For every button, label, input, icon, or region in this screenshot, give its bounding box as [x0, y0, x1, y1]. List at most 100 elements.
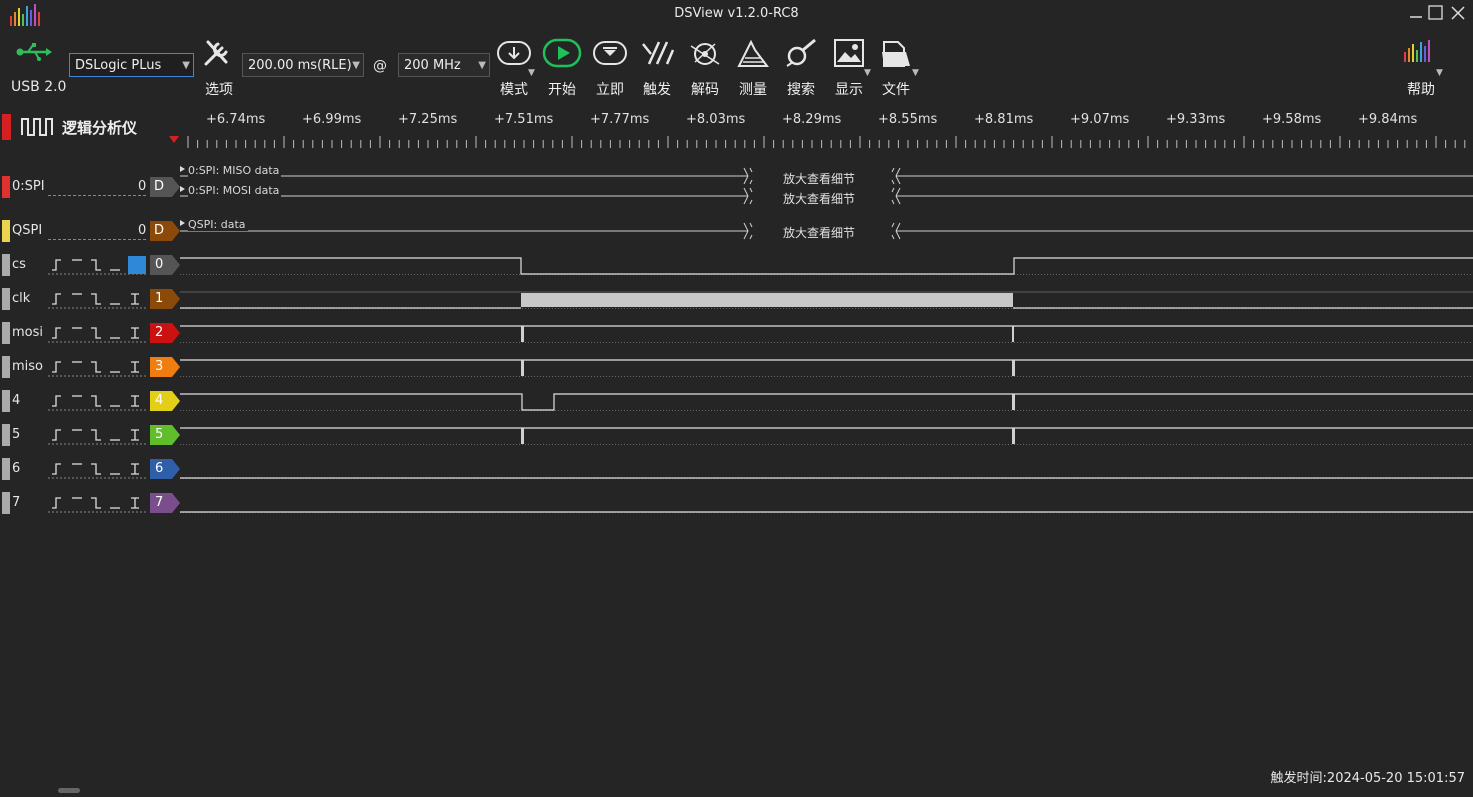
channel-marker[interactable]	[2, 492, 10, 514]
decoder-color-marker[interactable]	[2, 220, 10, 242]
mode-icon[interactable]	[494, 36, 534, 70]
instant-label: 立即	[596, 82, 624, 98]
file-label: 文件	[882, 82, 910, 98]
channel-number: 0	[155, 257, 164, 272]
ruler-tick-label: +8.55ms	[878, 112, 938, 127]
channel-name[interactable]: clk	[12, 291, 30, 306]
chevron-down-icon: ▼	[528, 68, 535, 78]
device-select-value: DSLogic PLus	[75, 58, 162, 73]
minimize-icon[interactable]	[1406, 3, 1426, 23]
ruler-tick-label: +9.58ms	[1262, 112, 1322, 127]
ruler-tick-label: +9.33ms	[1166, 112, 1226, 127]
trigger-options[interactable]	[48, 324, 148, 344]
channel-number: 6	[155, 461, 164, 476]
duration-select-value: 200.00 ms(RLE)	[248, 58, 352, 73]
maximize-icon[interactable]	[1426, 3, 1446, 23]
channel-marker[interactable]	[2, 390, 10, 412]
chevron-down-icon: ▼	[864, 68, 871, 78]
decoder-row-label: 0:SPI: MOSI data	[188, 184, 282, 197]
samplerate-select[interactable]: 200 MHz ▼	[398, 53, 490, 77]
channel-number: 5	[155, 427, 164, 442]
ruler-tick-label: +7.77ms	[590, 112, 650, 127]
trigger-selected-marker[interactable]	[128, 256, 146, 274]
channel-marker[interactable]	[2, 458, 10, 480]
channel-marker[interactable]	[2, 424, 10, 446]
mode-label: 模式	[500, 82, 528, 98]
ruler-tick-label: +8.03ms	[686, 112, 746, 127]
at-symbol: @	[373, 58, 387, 74]
trigger-time: 触发时间:2024-05-20 15:01:57	[1270, 771, 1465, 786]
options-icon[interactable]	[200, 36, 240, 70]
decoder-row-label: QSPI: data	[188, 218, 248, 231]
ruler-tick-label: +8.81ms	[974, 112, 1034, 127]
chevron-down-icon: ▼	[352, 60, 360, 71]
channel-name[interactable]: 4	[12, 393, 20, 408]
time-ruler[interactable]: +6.74ms +6.99ms +7.25ms +7.51ms +7.77ms +8.03…	[180, 104, 1473, 156]
display-icon[interactable]	[829, 36, 869, 70]
usb-label: USB 2.0	[11, 79, 67, 95]
ruler-tick-label: +7.51ms	[494, 112, 554, 127]
trigger-options[interactable]	[48, 460, 148, 480]
channel-name[interactable]: 6	[12, 461, 20, 476]
decoder-color-marker[interactable]	[2, 176, 10, 198]
channel-marker[interactable]	[2, 254, 10, 276]
zoom-hint[interactable]: 放大查看细节	[783, 224, 855, 241]
decoder-name[interactable]: 0:SPI	[12, 179, 45, 194]
chevron-down-icon: ▼	[912, 68, 919, 78]
zoom-hint[interactable]: 放大查看细节	[783, 190, 855, 207]
trigger-options[interactable]	[48, 494, 148, 514]
row-marker-icon	[180, 166, 185, 172]
decoder-name[interactable]: QSPI	[12, 223, 42, 238]
device-select[interactable]: DSLogic PLus ▼	[69, 53, 194, 77]
decoder-underline	[48, 195, 146, 196]
ruler-tick-label: +6.99ms	[302, 112, 362, 127]
trigger-options[interactable]	[48, 290, 148, 310]
help-label: 帮助	[1407, 82, 1435, 98]
channel-marker[interactable]	[2, 288, 10, 310]
horizontal-scrollbar[interactable]	[58, 788, 80, 793]
channel-name[interactable]: 5	[12, 427, 20, 442]
decode-label: 解码	[691, 82, 719, 98]
trigger-label: 触发	[643, 82, 671, 98]
channel-number: 1	[155, 291, 164, 306]
start-icon[interactable]	[542, 36, 582, 70]
search-icon[interactable]	[781, 36, 821, 70]
cursor-marker-icon[interactable]	[168, 135, 180, 145]
measure-label: 测量	[739, 82, 767, 98]
zoom-hint[interactable]: 放大查看细节	[783, 170, 855, 187]
options-label: 选项	[205, 82, 233, 98]
trigger-options[interactable]	[48, 358, 148, 378]
channel-name[interactable]: cs	[12, 257, 26, 272]
channel-number: 7	[155, 495, 164, 510]
close-icon[interactable]	[1448, 3, 1468, 23]
display-label: 显示	[835, 82, 863, 98]
channel-name[interactable]: miso	[12, 359, 43, 374]
window-title: DSView v1.2.0-RC8	[674, 6, 799, 21]
duration-select[interactable]: 200.00 ms(RLE) ▼	[242, 53, 364, 77]
ruler-tick-label: +9.07ms	[1070, 112, 1130, 127]
start-label: 开始	[548, 82, 576, 98]
row-marker-icon	[180, 186, 185, 192]
measure-icon[interactable]	[733, 36, 773, 70]
channel-marker[interactable]	[2, 356, 10, 378]
trigger-options[interactable]	[48, 426, 148, 446]
usb-icon	[16, 43, 52, 61]
trigger-options[interactable]	[48, 392, 148, 412]
help-icon[interactable]	[1402, 38, 1438, 64]
decoder-index: 0	[138, 223, 147, 238]
trigger-icon[interactable]	[637, 36, 677, 70]
channel-marker[interactable]	[2, 322, 10, 344]
chevron-down-icon: ▼	[1436, 68, 1443, 78]
waveform-area[interactable]	[180, 160, 1473, 520]
ruler-tick-label: +9.84ms	[1358, 112, 1418, 127]
file-icon[interactable]	[876, 36, 916, 70]
instant-icon[interactable]	[590, 36, 630, 70]
channel-number: 2	[155, 325, 164, 340]
channel-number: 3	[155, 359, 164, 374]
la-mode-marker	[2, 114, 11, 140]
decode-icon[interactable]	[685, 36, 725, 70]
channel-name[interactable]: mosi	[12, 325, 43, 340]
toolbar: USB 2.0 DSLogic PLus ▼ 选项 200.00 ms(RLE) ▼…	[0, 28, 1473, 104]
title-bar: DSView v1.2.0-RC8	[0, 0, 1473, 28]
channel-name[interactable]: 7	[12, 495, 20, 510]
